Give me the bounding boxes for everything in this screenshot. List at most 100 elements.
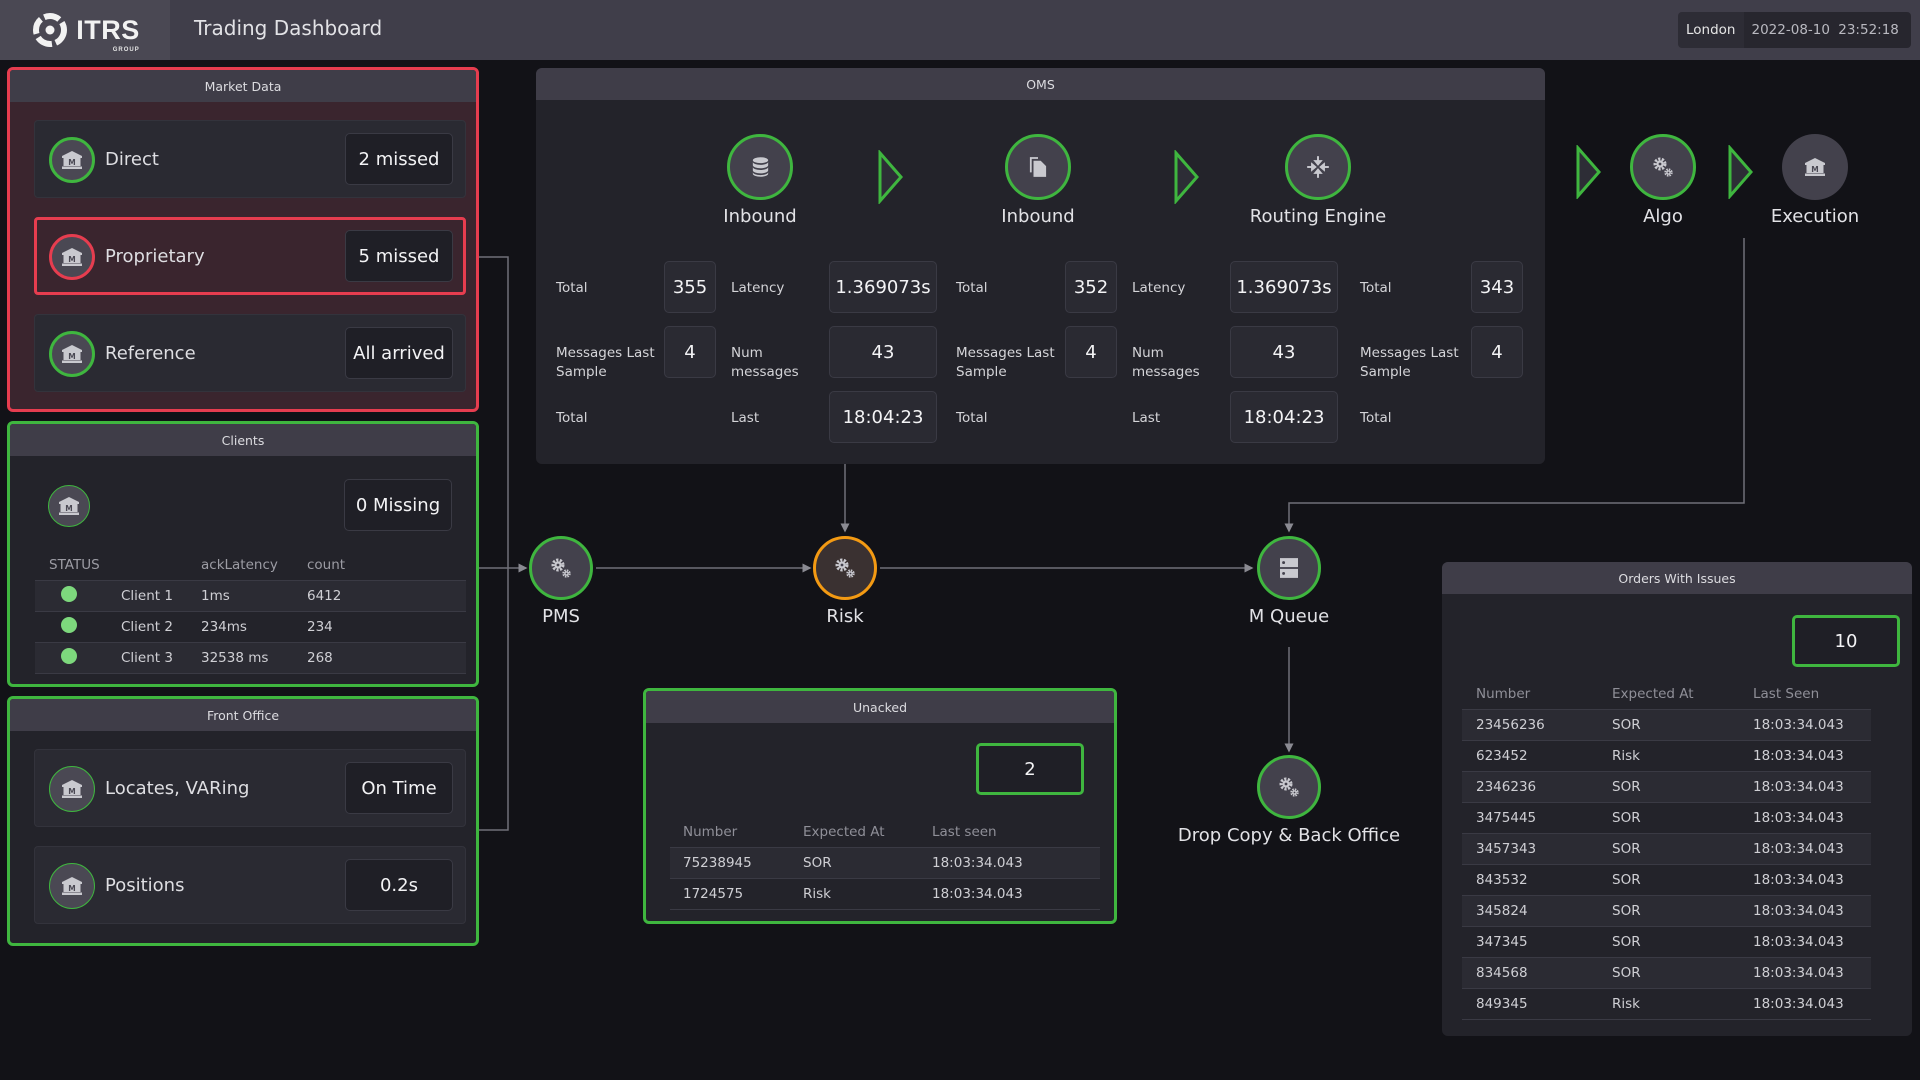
table-row[interactable]: 623452 Risk 18:03:34.043	[1462, 741, 1871, 772]
table-row[interactable]: 347345 SOR 18:03:34.043	[1462, 927, 1871, 958]
order-number: 849345	[1476, 996, 1528, 1012]
metric-value: 43	[829, 326, 937, 378]
panel-title: Clients	[10, 424, 476, 456]
last-seen: 18:03:34.043	[1753, 841, 1844, 857]
metric-label: Latency	[731, 280, 785, 296]
gears-icon	[549, 556, 573, 580]
node-risk[interactable]: Risk	[715, 536, 975, 627]
metric-label: Latency	[1132, 280, 1186, 296]
table-row[interactable]: 3457343 SOR 18:03:34.043	[1462, 834, 1871, 865]
item-label: Direct	[105, 149, 159, 170]
client-name: Client 3	[121, 650, 173, 666]
page-title: Trading Dashboard	[194, 16, 383, 40]
node-pms[interactable]: PMS	[431, 536, 691, 627]
table-row[interactable]: 834568 SOR 18:03:34.043	[1462, 958, 1871, 989]
bank-icon	[62, 780, 82, 798]
last-seen: 18:03:34.043	[1753, 748, 1844, 764]
metric-value: 4	[1471, 326, 1523, 378]
oms-node-routing-engine[interactable]: Routing Engine	[1218, 134, 1418, 227]
table-row[interactable]: Client 2 234ms 234	[35, 612, 466, 643]
bank-icon	[59, 497, 79, 515]
node-label: Execution	[1770, 206, 1860, 227]
status-ring	[49, 766, 95, 812]
table-row[interactable]: 849345 Risk 18:03:34.043	[1462, 989, 1871, 1020]
table-header: Number Expected At Last Seen	[1462, 679, 1871, 710]
panel-title: Orders With Issues	[1442, 562, 1912, 594]
node-execution[interactable]: Execution	[1715, 134, 1915, 227]
client-name: Client 2	[121, 619, 173, 635]
item-label: Reference	[105, 343, 196, 364]
item-label: Locates, VARing	[105, 778, 250, 799]
item-label: Positions	[105, 875, 185, 896]
table-row[interactable]: 23456236 SOR 18:03:34.043	[1462, 710, 1871, 741]
unacked-panel: Unacked 2 Number Expected At Last seen 7…	[643, 688, 1117, 924]
last-seen: 18:03:34.043	[932, 855, 1023, 871]
order-number: 3475445	[1476, 810, 1537, 826]
front-office-locates[interactable]: Locates, VARing On Time	[34, 749, 466, 827]
table-row[interactable]: 843532 SOR 18:03:34.043	[1462, 865, 1871, 896]
table-row[interactable]: 345824 SOR 18:03:34.043	[1462, 896, 1871, 927]
metric-label: Total	[556, 410, 588, 426]
panel-title: Front Office	[10, 699, 476, 731]
table-row[interactable]: Client 1 1ms 6412	[35, 581, 466, 612]
order-number: 834568	[1476, 965, 1528, 981]
expected-at: SOR	[1612, 872, 1641, 888]
market-data-direct[interactable]: Direct 2 missed	[34, 120, 466, 198]
order-number: 1724575	[683, 886, 744, 902]
metric-value: 1.369073s	[1230, 261, 1338, 313]
logo-subtext: GROUP	[112, 46, 140, 53]
column-header: Last Seen	[1753, 686, 1820, 702]
status-ring	[49, 331, 95, 377]
status-ring	[1285, 134, 1351, 200]
column-header: Expected At	[1612, 686, 1694, 702]
expected-at: SOR	[1612, 810, 1641, 826]
expected-at: SOR	[1612, 841, 1641, 857]
table-row[interactable]: 1724575 Risk 18:03:34.043	[670, 879, 1100, 910]
node-drop-copy[interactable]: Drop Copy & Back Office	[1159, 755, 1419, 846]
order-number: 75238945	[683, 855, 752, 871]
last-seen: 18:03:34.043	[1753, 872, 1844, 888]
table-row[interactable]: Client 3 32538 ms 268	[35, 643, 466, 674]
order-number: 345824	[1476, 903, 1528, 919]
clients-panel: Clients 0 Missing STATUS ackLatency coun…	[7, 421, 479, 687]
orders-with-issues-panel: Orders With Issues 10 Number Expected At…	[1442, 562, 1912, 1036]
column-header: ackLatency	[201, 557, 278, 573]
front-office-panel: Front Office Locates, VARing On Time Pos…	[7, 696, 479, 946]
last-seen: 18:03:34.043	[932, 886, 1023, 902]
expected-at: Risk	[803, 886, 831, 902]
flow-arrow-icon	[878, 150, 904, 204]
document-icon	[1029, 156, 1047, 178]
bank-icon	[62, 877, 82, 895]
status-ring	[1005, 134, 1071, 200]
ack-latency: 32538 ms	[201, 650, 269, 666]
metric-value: 1.369073s	[829, 261, 937, 313]
metric-value: 343	[1471, 261, 1523, 313]
oms-node-inbound-2[interactable]: Inbound	[938, 134, 1138, 227]
front-office-positions[interactable]: Positions 0.2s	[34, 846, 466, 924]
node-m-queue[interactable]: M Queue	[1159, 536, 1419, 627]
status-ring	[1257, 755, 1321, 819]
market-data-reference[interactable]: Reference All arrived	[34, 314, 466, 392]
bank-icon	[62, 151, 82, 169]
last-seen: 18:03:34.043	[1753, 965, 1844, 981]
table-row[interactable]: 3475445 SOR 18:03:34.043	[1462, 803, 1871, 834]
count: 6412	[307, 588, 342, 604]
node-label: M Queue	[1248, 606, 1330, 627]
itrs-logo-icon	[33, 13, 68, 47]
last-seen: 18:03:34.043	[1753, 810, 1844, 826]
logo[interactable]: ITRS GROUP	[0, 0, 170, 60]
order-number: 347345	[1476, 934, 1528, 950]
node-label: PMS	[542, 606, 580, 627]
metric-value: 18:04:23	[829, 391, 937, 443]
oms-node-inbound-1[interactable]: Inbound	[660, 134, 860, 227]
node-label: Routing Engine	[1249, 206, 1387, 227]
market-data-proprietary[interactable]: Proprietary 5 missed	[34, 217, 466, 295]
clients-table: STATUS ackLatency count Client 1 1ms 641…	[35, 550, 466, 674]
compress-icon	[1305, 154, 1331, 180]
table-row[interactable]: 2346236 SOR 18:03:34.043	[1462, 772, 1871, 803]
metric-value: 4	[1065, 326, 1117, 378]
table-row[interactable]: 75238945 SOR 18:03:34.043	[670, 848, 1100, 879]
status-dot	[61, 648, 77, 664]
metric-label: Messages Last Sample	[956, 345, 1055, 380]
column-header: Expected At	[803, 824, 885, 840]
